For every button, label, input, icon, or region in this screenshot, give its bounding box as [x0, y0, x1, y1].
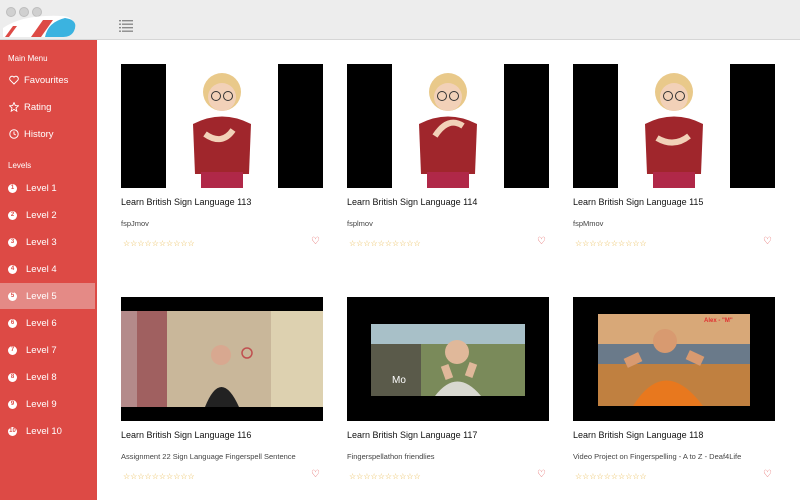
- sidebar-item-level-3[interactable]: 3 Level 3: [0, 229, 97, 255]
- video-title[interactable]: Learn British Sign Language 117: [347, 430, 549, 442]
- sidebar-item-level-10[interactable]: 10 Level 10: [0, 418, 97, 444]
- video-thumbnail[interactable]: [573, 64, 775, 188]
- level-number-badge: 6: [8, 318, 17, 328]
- sidebar-item-label: Level 3: [26, 236, 57, 248]
- sidebar-item-label: Level 4: [26, 263, 57, 275]
- rating-stars[interactable]: ☆☆☆☆☆☆☆☆☆☆: [349, 472, 421, 481]
- sidebar-item-level-5[interactable]: 5 Level 5: [0, 283, 95, 309]
- sidebar-item-label: Rating: [24, 101, 52, 113]
- video-card[interactable]: Learn British Sign Language 114 fsplmov …: [347, 64, 549, 249]
- levels-heading: Levels: [8, 161, 32, 170]
- sidebar-item-favourites[interactable]: Favourites: [0, 67, 97, 93]
- video-title[interactable]: Learn British Sign Language 115: [573, 197, 775, 209]
- sidebar-item-label: Level 6: [26, 317, 57, 329]
- video-thumbnail[interactable]: [347, 64, 549, 188]
- sidebar-item-label: Level 8: [26, 371, 57, 383]
- level-number-badge: 4: [8, 264, 17, 274]
- video-subtitle: fspMmov: [573, 219, 604, 228]
- sidebar-item-level-2[interactable]: 2 Level 2: [0, 202, 97, 228]
- level-number-badge: 9: [8, 399, 17, 409]
- sidebar-item-label: History: [24, 128, 54, 140]
- video-subtitle: Fingerspellathon friendlies: [347, 452, 435, 461]
- rating-stars[interactable]: ☆☆☆☆☆☆☆☆☆☆: [575, 239, 647, 248]
- rating-stars[interactable]: ☆☆☆☆☆☆☆☆☆☆: [575, 472, 647, 481]
- toolbar: [97, 0, 800, 40]
- level-number-badge: 8: [8, 372, 17, 382]
- level-number-badge: 1: [8, 183, 17, 193]
- heart-outline-icon[interactable]: ♡: [763, 236, 772, 247]
- video-title[interactable]: Learn British Sign Language 118: [573, 430, 775, 442]
- heart-outline-icon[interactable]: ♡: [763, 469, 772, 480]
- video-thumbnail[interactable]: [121, 64, 323, 188]
- sidebar-item-level-7[interactable]: 7 Level 7: [0, 337, 97, 363]
- sidebar-item-level-8[interactable]: 8 Level 8: [0, 364, 97, 390]
- list-view-icon[interactable]: [119, 20, 133, 32]
- level-number-badge: 2: [8, 210, 17, 220]
- video-title[interactable]: Learn British Sign Language 114: [347, 197, 549, 209]
- sidebar-item-label: Level 1: [26, 182, 57, 194]
- sidebar-item-label: Level 2: [26, 209, 57, 221]
- sidebar: Main Menu Favourites Rating History Leve…: [0, 0, 97, 500]
- video-thumbnail[interactable]: Mo: [347, 297, 549, 421]
- video-thumbnail[interactable]: Alex - "M": [573, 297, 775, 421]
- app-logo: [3, 15, 76, 37]
- heart-icon: [8, 75, 19, 86]
- video-caption-overlay: Alex - "M": [704, 318, 733, 324]
- video-card[interactable]: Mo Learn British Sign Language 117 Finge…: [347, 297, 549, 482]
- level-number-badge: 10: [8, 426, 17, 436]
- sidebar-item-label: Level 9: [26, 398, 57, 410]
- video-subtitle: Assignment 22 Sign Language Fingerspell …: [121, 452, 296, 461]
- level-number-badge: 7: [8, 345, 17, 355]
- video-card[interactable]: Learn British Sign Language 115 fspMmov …: [573, 64, 775, 249]
- sidebar-item-label: Level 7: [26, 344, 57, 356]
- sidebar-item-rating[interactable]: Rating: [0, 94, 97, 120]
- video-subtitle: Video Project on Fingerspelling - A to Z…: [573, 452, 742, 461]
- sidebar-item-label: Level 5: [26, 290, 57, 302]
- rating-stars[interactable]: ☆☆☆☆☆☆☆☆☆☆: [349, 239, 421, 248]
- video-caption-overlay: Mo: [392, 375, 406, 386]
- heart-outline-icon[interactable]: ♡: [537, 469, 546, 480]
- video-card[interactable]: Learn British Sign Language 113 fspJmov …: [121, 64, 323, 249]
- main-menu-heading: Main Menu: [8, 54, 48, 63]
- sidebar-item-history[interactable]: History: [0, 121, 97, 147]
- sidebar-item-level-1[interactable]: 1 Level 1: [0, 175, 97, 201]
- sidebar-item-level-9[interactable]: 9 Level 9: [0, 391, 97, 417]
- level-number-badge: 3: [8, 237, 17, 247]
- rating-stars[interactable]: ☆☆☆☆☆☆☆☆☆☆: [123, 472, 195, 481]
- sidebar-item-level-6[interactable]: 6 Level 6: [0, 310, 97, 336]
- level-number-badge: 5: [8, 291, 17, 301]
- video-card[interactable]: Alex - "M" Learn British Sign Language 1…: [573, 297, 775, 482]
- video-title[interactable]: Learn British Sign Language 113: [121, 197, 323, 209]
- sidebar-item-label: Level 10: [26, 425, 62, 437]
- heart-outline-icon[interactable]: ♡: [311, 236, 320, 247]
- video-subtitle: fspJmov: [121, 219, 149, 228]
- rating-stars[interactable]: ☆☆☆☆☆☆☆☆☆☆: [123, 239, 195, 248]
- window-titlebar: [0, 0, 97, 40]
- clock-icon: [8, 129, 19, 140]
- video-card[interactable]: Learn British Sign Language 116 Assignme…: [121, 297, 323, 482]
- video-subtitle: fsplmov: [347, 219, 373, 228]
- video-title[interactable]: Learn British Sign Language 116: [121, 430, 323, 442]
- heart-outline-icon[interactable]: ♡: [537, 236, 546, 247]
- star-icon: [8, 102, 19, 113]
- video-thumbnail[interactable]: [121, 297, 323, 421]
- sidebar-item-label: Favourites: [24, 74, 69, 86]
- sidebar-item-level-4[interactable]: 4 Level 4: [0, 256, 97, 282]
- heart-outline-icon[interactable]: ♡: [311, 469, 320, 480]
